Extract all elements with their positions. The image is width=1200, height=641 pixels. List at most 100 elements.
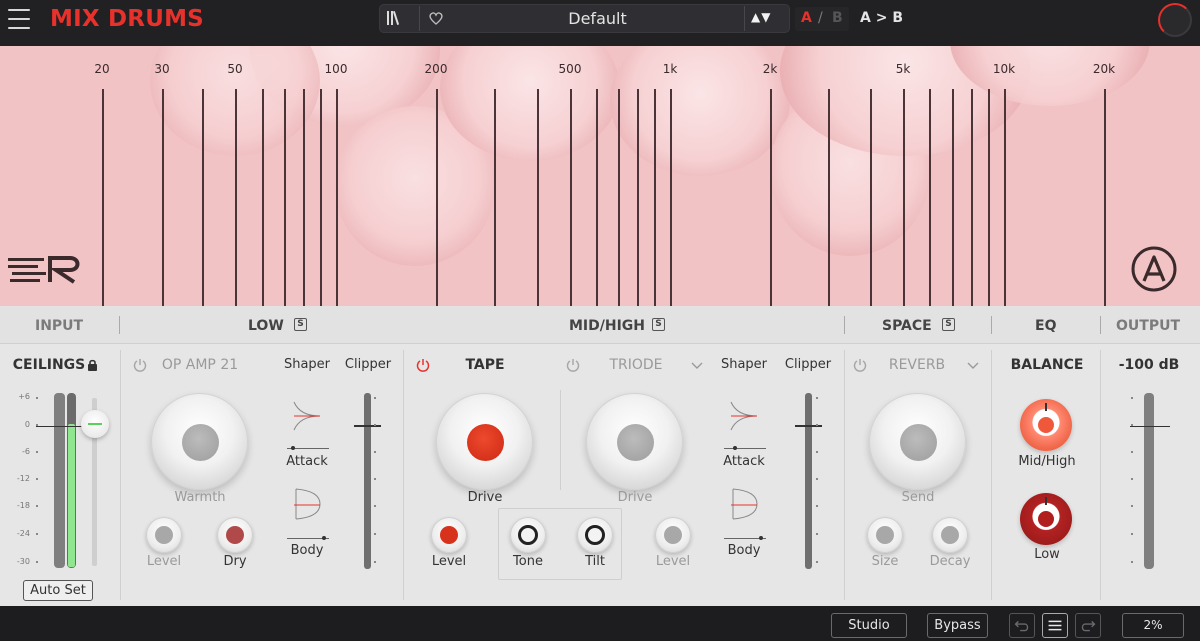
lock-icon[interactable]: [87, 359, 98, 371]
scale-label: -30: [16, 557, 30, 566]
frequency-grid-line: [202, 89, 204, 306]
divider: [560, 390, 561, 490]
spectrum-display[interactable]: 20 30 50 100 200 500 1k 2k 5k 10k 20k: [0, 46, 1200, 306]
hamburger-icon[interactable]: [8, 9, 30, 29]
library-icon[interactable]: [386, 10, 402, 26]
freq-label: 50: [227, 62, 243, 76]
scale-dash: [36, 561, 38, 563]
body-slider-handle[interactable]: [322, 536, 326, 540]
scale-dash: [1131, 505, 1133, 507]
tape-module-name[interactable]: TAPE: [465, 357, 504, 373]
ceilings-label: CEILINGS: [12, 357, 86, 373]
reverb-send-knob[interactable]: [869, 393, 966, 490]
reverb-decay-knob[interactable]: [932, 517, 968, 553]
divider: [419, 6, 420, 31]
tone-label: Tone: [513, 554, 543, 569]
master-knob[interactable]: [1158, 3, 1192, 37]
undo-icon[interactable]: [1009, 613, 1035, 638]
triode-level-knob[interactable]: [655, 517, 691, 553]
body-slider-handle[interactable]: [759, 536, 763, 540]
scale-dash: [374, 561, 376, 563]
studio-button[interactable]: Studio: [831, 613, 907, 638]
attack-slider-handle[interactable]: [733, 446, 737, 450]
body-shape-icon[interactable]: [729, 487, 759, 521]
dry-knob[interactable]: [217, 517, 253, 553]
reverb-size-knob[interactable]: [867, 517, 903, 553]
redo-icon[interactable]: [1075, 613, 1101, 638]
triode-power-icon[interactable]: [566, 358, 580, 372]
warmth-knob[interactable]: [151, 393, 248, 490]
divider: [120, 350, 121, 600]
scale-dash: [36, 478, 38, 480]
divider: [119, 316, 120, 334]
scale-dash: [816, 533, 818, 535]
scale-dash: [1131, 397, 1133, 399]
tone-knob[interactable]: [510, 517, 546, 553]
ab-a-button[interactable]: A: [801, 10, 812, 26]
midhigh-clipper-label: Clipper: [784, 357, 832, 372]
chevron-down-icon[interactable]: [967, 362, 979, 370]
history-list-icon[interactable]: [1042, 613, 1068, 638]
tape-power-icon[interactable]: [416, 358, 430, 372]
reverb-decay-label: Decay: [929, 554, 971, 569]
attack-shape-icon[interactable]: [292, 398, 322, 432]
midhigh-balance-knob[interactable]: [1020, 399, 1072, 451]
low-clipper-threshold[interactable]: [354, 425, 381, 427]
attack-slider-handle[interactable]: [291, 446, 295, 450]
brand-logo: [8, 256, 80, 284]
scale-dash: [816, 424, 818, 426]
tape-drive-knob[interactable]: [436, 393, 533, 490]
scale-dash: [374, 533, 376, 535]
divider: [403, 350, 404, 600]
chevron-down-icon[interactable]: [691, 362, 703, 370]
frequency-grid-line: [262, 89, 264, 306]
preset-name[interactable]: Default: [520, 9, 675, 28]
scale-dash: [36, 533, 38, 535]
triode-drive-label: Drive: [617, 490, 653, 505]
preset-nav-arrows[interactable]: ▲▼: [751, 10, 771, 24]
reverb-power-icon[interactable]: [853, 358, 867, 372]
low-clipper-meter[interactable]: [364, 393, 371, 569]
midhigh-clipper-meter[interactable]: [805, 393, 812, 569]
midhigh-solo-button[interactable]: S: [652, 318, 665, 331]
tape-level-knob[interactable]: [431, 517, 467, 553]
tape-drive-label: Drive: [467, 490, 503, 505]
low-balance-knob[interactable]: [1020, 493, 1072, 545]
divider: [744, 6, 745, 31]
ab-copy-button[interactable]: A > B: [860, 10, 903, 26]
freq-label: 500: [558, 62, 582, 76]
section-space-label: SPACE: [882, 318, 932, 334]
body-shape-icon[interactable]: [292, 487, 322, 521]
scale-dash: [374, 505, 376, 507]
triode-drive-knob[interactable]: [586, 393, 683, 490]
tilt-knob[interactable]: [577, 517, 613, 553]
attack-slider[interactable]: [724, 448, 766, 449]
scale-label: -12: [16, 474, 30, 483]
heart-icon[interactable]: [428, 10, 444, 26]
frequency-grid-line: [952, 89, 954, 306]
attack-shape-icon[interactable]: [729, 398, 759, 432]
divider: [844, 316, 845, 334]
low-shaper-label: Shaper: [283, 357, 331, 372]
scale-dash: [816, 451, 818, 453]
scale-dash: [816, 478, 818, 480]
ceiling-slider-handle[interactable]: [81, 410, 109, 438]
scale-dash: [374, 424, 376, 426]
arturia-logo: [1131, 246, 1177, 292]
low-module-power-icon[interactable]: [133, 358, 147, 372]
input-meter-level: [68, 423, 75, 567]
bypass-button[interactable]: Bypass: [927, 613, 988, 638]
low-module-name[interactable]: OP AMP 21: [162, 357, 238, 373]
app-title: MIX DRUMS: [50, 6, 204, 32]
frequency-grid-line: [929, 89, 931, 306]
low-level-knob[interactable]: [146, 517, 182, 553]
low-solo-button[interactable]: S: [294, 318, 307, 331]
ab-b-button[interactable]: B: [832, 10, 843, 26]
reverb-module-name[interactable]: REVERB: [889, 357, 945, 373]
auto-set-button[interactable]: Auto Set: [23, 580, 93, 601]
space-solo-button[interactable]: S: [942, 318, 955, 331]
triode-module-name[interactable]: TRIODE: [609, 357, 662, 373]
output-ceiling-line[interactable]: [1130, 426, 1170, 427]
scale-label: 0: [24, 420, 30, 429]
frequency-grid-line: [303, 89, 305, 306]
